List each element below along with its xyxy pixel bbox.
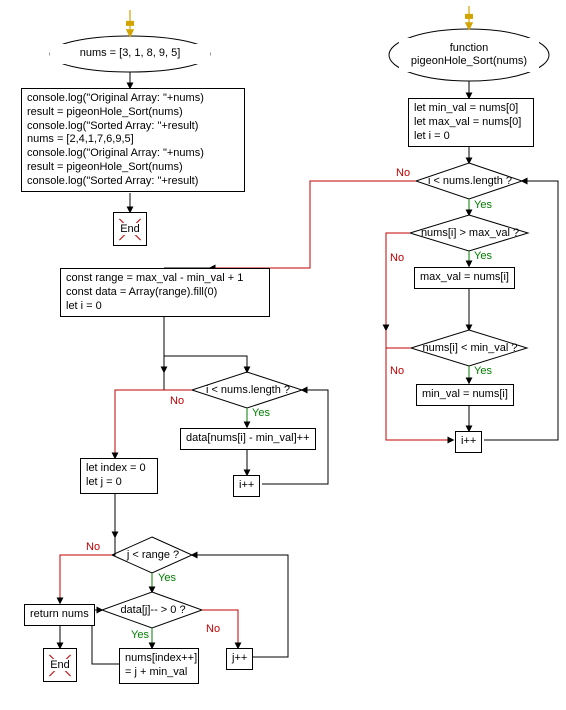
cond-len1: i < nums.length ?	[424, 175, 516, 187]
yes-label: Yes	[474, 199, 492, 211]
cond-min: nums[i] < min_val ?	[418, 342, 522, 354]
mid-block: const range = max_val - min_val + 1 cons…	[60, 268, 270, 317]
init-block: let min_val = nums[0] let max_val = nums…	[408, 98, 534, 147]
init-j: let index = 0 let j = 0	[80, 458, 158, 494]
yes-label-2: Yes	[474, 250, 492, 262]
yes-label-6: Yes	[131, 629, 149, 641]
start-ellipse-left: nums = [3, 1, 8, 9, 5]	[50, 44, 210, 64]
yes-label-3: Yes	[474, 365, 492, 377]
fill-data: data[nums[i] - min_val]++	[180, 428, 316, 450]
set-max: max_val = nums[i]	[414, 267, 515, 289]
assign-nums: nums[index++] = j + min_val	[119, 648, 199, 684]
cond-max: nums[i] > max_val ?	[416, 227, 524, 239]
inc-i2: i++	[233, 475, 260, 497]
yes-label-4: Yes	[252, 407, 270, 419]
set-min: min_val = nums[i]	[416, 384, 514, 406]
no-label-6: No	[206, 623, 220, 635]
end-left: End	[113, 212, 147, 246]
no-label-4: No	[170, 395, 184, 407]
no-label-5: No	[86, 541, 100, 553]
cond-len2: i < nums.length ?	[200, 384, 296, 396]
inc-j: j++	[226, 648, 253, 670]
end-right-label: End	[48, 659, 72, 671]
no-label-2: No	[390, 252, 404, 264]
inc-i1: i++	[455, 431, 482, 453]
start-ellipse-right: function pigeonHole_Sort(nums)	[399, 38, 539, 72]
no-label: No	[396, 167, 410, 179]
yes-label-5: Yes	[158, 572, 176, 584]
cond-data: data[j]-- > 0 ?	[114, 604, 192, 616]
code-block-left: console.log("Original Array: "+nums) res…	[21, 88, 245, 192]
return-nums: return nums	[24, 604, 95, 626]
end-left-label: End	[118, 223, 142, 235]
cond-range: j < range ?	[122, 549, 184, 561]
no-label-3: No	[390, 365, 404, 377]
end-right: End	[43, 648, 77, 682]
